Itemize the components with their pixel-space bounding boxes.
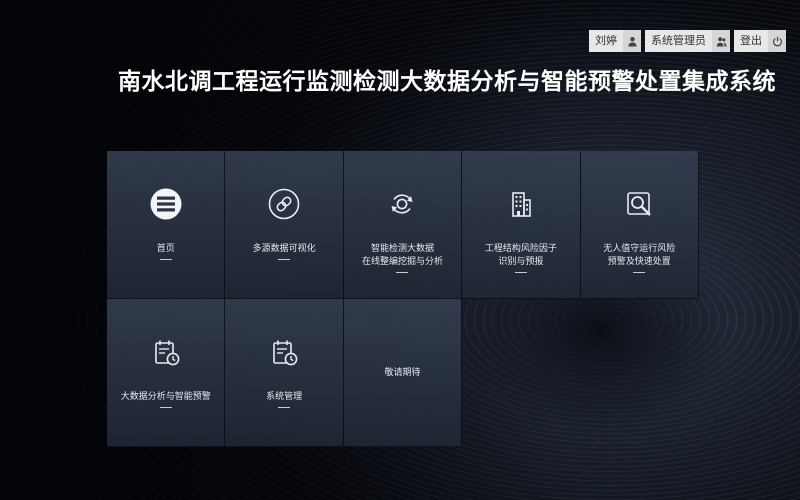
tile-label: 智能检测大数据 在线整编挖掘与分析 xyxy=(361,244,443,267)
user-icon xyxy=(623,30,641,52)
tile-label: 大数据分析与智能预警 xyxy=(120,392,211,402)
logout-button[interactable]: 登出 xyxy=(734,30,768,52)
tile-dash xyxy=(514,272,527,273)
search-icon xyxy=(622,187,656,221)
tile-label: 敬请期待 xyxy=(384,368,421,378)
user-bar: 刘婷 系统管理员 登出 xyxy=(589,30,786,52)
calendar-clock-icon xyxy=(149,335,183,369)
user-name: 刘婷 xyxy=(589,30,623,52)
tile-label: 无人值守运行风险 预警及快速处置 xyxy=(603,244,676,267)
tile-label: 首页 xyxy=(156,244,175,254)
tile-big-data-warning[interactable]: 大数据分析与智能预警 xyxy=(107,299,226,447)
tile-dash xyxy=(278,259,291,260)
building-icon xyxy=(504,187,538,221)
tile-unattended-warning[interactable]: 无人值守运行风险 预警及快速处置 xyxy=(580,151,699,299)
tile-structural-risk[interactable]: 工程结构风险因子 识别与预报 xyxy=(462,151,581,299)
link-icon xyxy=(267,187,301,221)
list-icon xyxy=(149,187,183,221)
tile-label: 系统管理 xyxy=(266,392,303,402)
page-title: 南水北调工程运行监测检测大数据分析与智能预警处置集成系统 xyxy=(118,69,776,95)
tile-multi-source-visualization[interactable]: 多源数据可视化 xyxy=(225,151,344,299)
tile-dash xyxy=(278,407,291,408)
refresh-icon xyxy=(385,187,419,221)
tile-dash xyxy=(159,259,172,260)
tile-label: 多源数据可视化 xyxy=(252,244,316,254)
tile-dash xyxy=(396,272,409,273)
calendar-clock-icon xyxy=(267,335,301,369)
tile-coming-soon: 敬请期待 xyxy=(343,299,463,447)
tile-home[interactable]: 首页 xyxy=(107,151,226,299)
user-role: 系统管理员 xyxy=(645,30,712,52)
tile-dash xyxy=(159,407,172,408)
tile-dash xyxy=(633,272,646,273)
power-icon[interactable] xyxy=(768,30,786,52)
tile-intelligent-detection[interactable]: 智能检测大数据 在线整编挖掘与分析 xyxy=(343,151,463,299)
tile-label: 工程结构风险因子 识别与预报 xyxy=(484,244,557,267)
users-icon xyxy=(712,30,730,52)
tile-system-management[interactable]: 系统管理 xyxy=(225,299,344,447)
module-grid: 首页 多源数据可视化 智能检测大数据 在线整编挖掘与分析 工程结构风险因子 识别… xyxy=(107,151,699,447)
